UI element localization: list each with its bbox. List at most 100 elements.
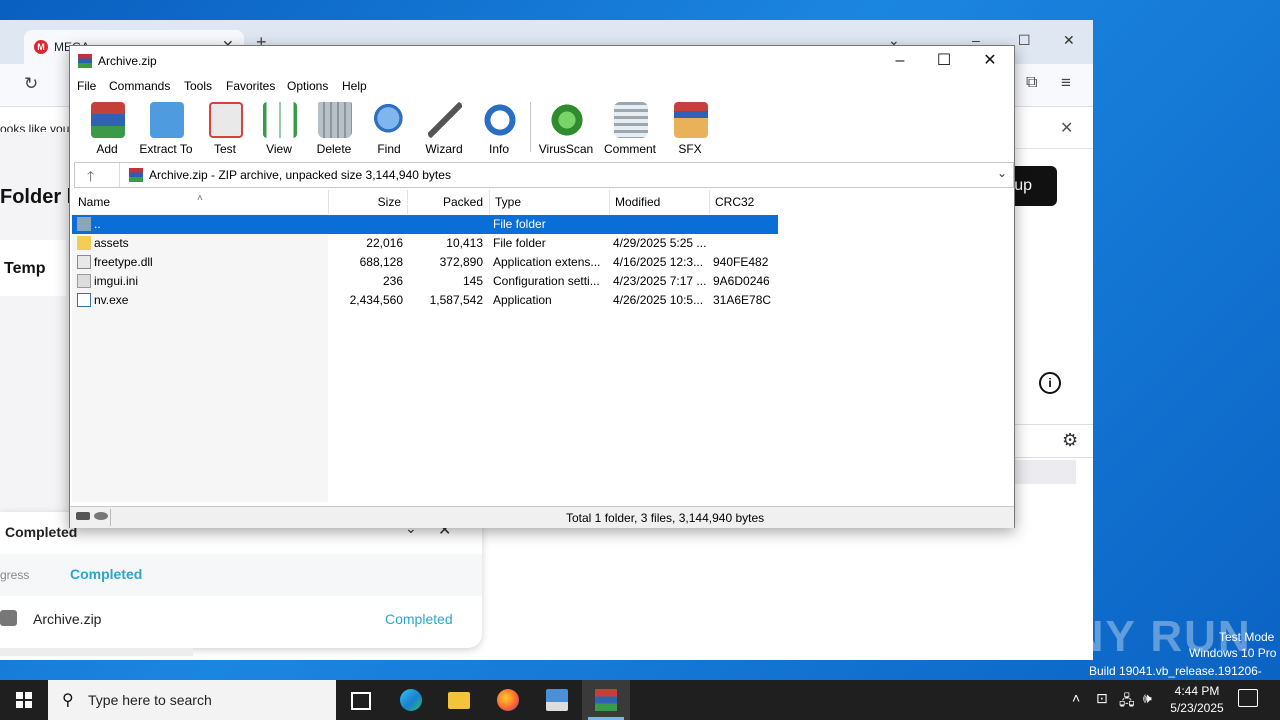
row-name: .. [94, 217, 101, 231]
sfx-label: SFX [678, 142, 702, 156]
winrar-taskbar-button[interactable] [582, 680, 630, 720]
table-row[interactable]: freetype.dll 688,128 372,890 Application… [72, 253, 778, 272]
table-row[interactable]: assets 22,016 10,413 File folder 4/29/20… [72, 234, 778, 253]
up-arrow-icon[interactable]: 🡑 [87, 166, 94, 190]
browser-maximize-icon[interactable]: ☐ [1018, 32, 1031, 49]
row-type: Application extens... [493, 255, 601, 269]
comment-button[interactable]: Comment [599, 100, 661, 156]
key-icon[interactable] [94, 512, 108, 520]
column-header-name[interactable]: Name ˄ [72, 190, 329, 214]
firefox-taskbar-button[interactable] [484, 680, 532, 720]
column-header-size[interactable]: Size [329, 190, 408, 214]
windows-logo-icon [16, 692, 32, 708]
sidebar-item-label: Temp [4, 260, 46, 277]
panel-shadow-strip [0, 648, 193, 656]
watermark-edition: Windows 10 Pro [1189, 646, 1277, 660]
minimize-button[interactable]: – [878, 50, 922, 72]
menu-tools[interactable]: Tools [184, 79, 212, 93]
taskbar: ⚲ Type here to search ˄ ⊡ 🖧 🕪 4:44 PM 5/… [0, 680, 1280, 720]
app-taskbar-button[interactable] [533, 680, 581, 720]
placeholder-bar [1014, 460, 1076, 484]
info-circle-icon[interactable]: i [1039, 372, 1061, 394]
test-button[interactable]: Test [194, 100, 256, 156]
wizard-button[interactable]: Wizard [413, 100, 475, 156]
edge-taskbar-button[interactable] [387, 680, 435, 720]
row-crc: 9A6D0246 [713, 274, 770, 288]
table-row[interactable]: nv.exe 2,434,560 1,587,542 Application 4… [72, 291, 778, 310]
extensions-icon[interactable]: ⧉ [1026, 74, 1037, 92]
view-book-icon [263, 102, 297, 138]
address-bar[interactable]: 🡑 Archive.zip - ZIP archive, unpacked si… [74, 162, 1014, 188]
row-type: File folder [493, 217, 546, 231]
row-name: imgui.ini [94, 274, 139, 288]
folder-icon [77, 236, 91, 250]
find-button[interactable]: Find [358, 100, 420, 156]
chevron-down-icon[interactable]: ⌄ [997, 166, 1007, 180]
menu-file[interactable]: File [77, 79, 96, 93]
tray-chevron-up-icon[interactable]: ˄ [1072, 690, 1080, 706]
menu-favorites[interactable]: Favorites [226, 79, 275, 93]
sort-caret-icon: ˄ [197, 193, 203, 204]
add-button[interactable]: Add [76, 100, 138, 156]
task-view-button[interactable] [336, 680, 384, 720]
table-row[interactable]: .. File folder [72, 215, 778, 234]
virusscan-button[interactable]: VirusScan [535, 100, 597, 156]
browser-menu-icon[interactable]: ≡ [1061, 73, 1071, 93]
comment-icon [614, 102, 648, 138]
wizard-wand-icon [428, 102, 462, 138]
status-separator [110, 509, 111, 526]
search-placeholder: Type here to search [88, 692, 212, 708]
column-header-packed[interactable]: Packed [409, 190, 490, 214]
file-list: Name ˄ Size Packed Type Modified CRC32 .… [72, 190, 1012, 502]
extract-to-label: Extract To [139, 142, 193, 156]
taskbar-search-box[interactable]: ⚲ Type here to search [48, 680, 336, 720]
menu-help[interactable]: Help [342, 79, 367, 93]
row-packed: 10,413 [446, 236, 483, 250]
view-button[interactable]: View [248, 100, 310, 156]
progress-label: gress [0, 568, 30, 582]
start-button[interactable] [0, 680, 48, 720]
toolbar: Add Extract To Test View Delete Find Wiz… [70, 96, 1014, 158]
sidebar-item-temp[interactable]: Temp [0, 240, 66, 296]
browser-close-icon[interactable]: ✕ [1063, 32, 1075, 49]
exe-file-icon [77, 293, 91, 307]
transfer-item[interactable]: Archive.zip Completed [0, 598, 482, 638]
file-explorer-taskbar-button[interactable] [435, 680, 483, 720]
column-header-modified[interactable]: Modified [610, 190, 710, 214]
menu-options[interactable]: Options [287, 79, 328, 93]
edge-icon [400, 689, 422, 711]
sfx-button[interactable]: SFX [659, 100, 721, 156]
virusscan-label: VirusScan [538, 142, 594, 156]
network-icon[interactable]: 🖧 [1119, 690, 1135, 714]
row-packed: 1,587,542 [429, 293, 483, 307]
title-bar[interactable]: Archive.zip – ☐ ✕ [70, 46, 1014, 76]
tray-device-icon[interactable]: ⊡ [1096, 690, 1108, 707]
menu-bar: File Commands Tools Favorites Options He… [70, 76, 1014, 96]
reload-icon[interactable]: ↻ [24, 74, 38, 94]
extract-to-button[interactable]: Extract To [135, 100, 197, 156]
column-header-type[interactable]: Type [490, 190, 610, 214]
computer-app-icon [546, 689, 568, 711]
info-bar-close-icon[interactable]: ✕ [1060, 118, 1073, 138]
search-icon: ⚲ [62, 692, 74, 709]
close-button[interactable]: ✕ [968, 50, 1012, 72]
view-label: View [266, 142, 292, 156]
drive-icon[interactable] [76, 512, 90, 520]
delete-button[interactable]: Delete [303, 100, 365, 156]
info-button[interactable]: Info [468, 100, 530, 156]
taskbar-clock[interactable]: 4:44 PM 5/23/2025 [1160, 683, 1234, 717]
table-row[interactable]: imgui.ini 236 145 Configuration setti...… [72, 272, 778, 291]
sfx-box-icon [674, 102, 708, 138]
address-separator [119, 163, 120, 187]
notification-center-icon[interactable] [1238, 689, 1258, 707]
settings-row [1014, 424, 1093, 458]
clock-date: 5/23/2025 [1170, 701, 1224, 715]
transfer-progress-row: gress Completed [0, 554, 482, 596]
gear-icon[interactable]: ⚙ [1062, 430, 1078, 451]
menu-commands[interactable]: Commands [109, 79, 170, 93]
maximize-button[interactable]: ☐ [922, 50, 966, 72]
volume-icon[interactable]: 🕪 [1143, 690, 1152, 707]
row-name: freetype.dll [94, 255, 153, 269]
transfer-file-name: Archive.zip [33, 611, 102, 627]
column-header-crc32[interactable]: CRC32 [710, 190, 779, 214]
